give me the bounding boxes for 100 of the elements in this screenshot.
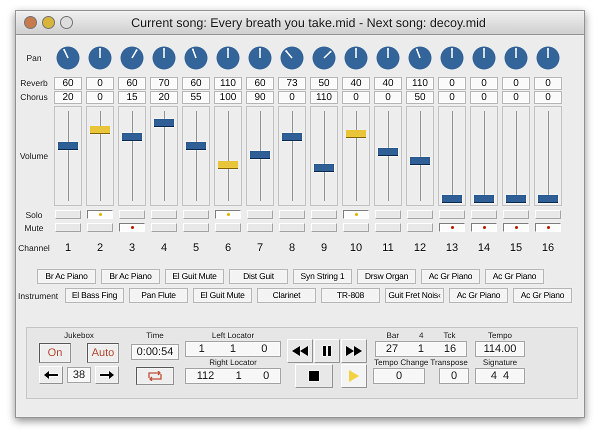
instrument-selector[interactable]: Ac Gr Piano	[513, 288, 572, 303]
reverb-field[interactable]: 0	[470, 76, 498, 90]
pan-knob[interactable]	[408, 46, 432, 70]
pan-knob[interactable]	[280, 46, 304, 70]
volume-slider[interactable]	[406, 106, 434, 206]
volume-slider[interactable]	[150, 106, 178, 206]
right-locator-field[interactable]: 112 1 0	[185, 368, 281, 384]
knob-pointer[interactable]	[285, 50, 288, 52]
slider-thumb[interactable]	[122, 133, 142, 142]
reverb-field[interactable]: 0	[86, 76, 114, 90]
transpose-field[interactable]: 0	[439, 368, 469, 384]
instrument-selector[interactable]: Ac Gr Piano	[485, 269, 544, 284]
chorus-field[interactable]: 50	[406, 90, 434, 104]
volume-slider[interactable]	[534, 106, 562, 206]
volume-slider[interactable]	[214, 106, 242, 206]
pan-knob[interactable]	[312, 46, 336, 70]
position-field[interactable]: 27 1 16	[375, 341, 467, 357]
chorus-field[interactable]: 20	[54, 90, 82, 104]
knob-pointer[interactable]	[355, 48, 357, 50]
reverb-field[interactable]: 40	[374, 76, 402, 90]
slider-thumb[interactable]	[538, 195, 558, 203]
slider-thumb[interactable]	[410, 157, 430, 166]
instrument-selector[interactable]: Clarinet	[257, 288, 316, 303]
reverb-field[interactable]: 0	[438, 76, 466, 90]
knob-pointer[interactable]	[329, 50, 332, 53]
volume-slider[interactable]	[278, 106, 306, 206]
rewind-button[interactable]	[287, 338, 313, 362]
pan-knob[interactable]	[344, 46, 368, 70]
pan-knob[interactable]	[248, 46, 272, 70]
slider-thumb[interactable]	[474, 195, 494, 203]
slider-thumb[interactable]	[282, 133, 302, 142]
instrument-selector[interactable]: Drsw Organ	[357, 269, 416, 284]
reverb-field[interactable]: 60	[54, 76, 82, 90]
pan-knob[interactable]	[88, 46, 112, 70]
knob-pointer[interactable]	[63, 48, 66, 51]
volume-slider[interactable]	[470, 106, 498, 206]
pan-knob[interactable]	[504, 46, 528, 70]
knob-pointer[interactable]	[99, 48, 101, 50]
tempo-field[interactable]: 114.00	[475, 341, 525, 357]
volume-slider[interactable]	[310, 106, 338, 206]
mute-toggle[interactable]	[119, 223, 145, 232]
chorus-field[interactable]: 0	[534, 90, 562, 104]
slider-thumb[interactable]	[250, 151, 270, 159]
instrument-selector[interactable]: El Guit Mute	[193, 288, 252, 303]
chorus-field[interactable]: 0	[86, 90, 114, 104]
knob-pointer[interactable]	[416, 48, 418, 51]
knob-pointer[interactable]	[483, 48, 485, 50]
chorus-field[interactable]: 110	[310, 90, 338, 104]
knob-pointer[interactable]	[136, 49, 138, 52]
mute-toggle[interactable]	[503, 223, 529, 232]
signature-field[interactable]: 4 4	[475, 368, 525, 384]
volume-slider[interactable]	[118, 106, 146, 206]
volume-slider[interactable]	[342, 106, 370, 206]
chorus-field[interactable]: 0	[342, 90, 370, 104]
instrument-selector[interactable]: Ac Gr Piano	[421, 269, 480, 284]
instrument-selector[interactable]: Br Ac Piano	[101, 269, 160, 284]
song-number-field[interactable]: 38	[67, 367, 91, 383]
reverb-field[interactable]: 110	[406, 76, 434, 90]
mute-toggle[interactable]	[439, 223, 465, 232]
slider-thumb[interactable]	[442, 195, 462, 203]
reverb-field[interactable]: 73	[278, 76, 306, 90]
slider-thumb[interactable]	[346, 130, 366, 138]
mute-toggle[interactable]	[471, 223, 497, 232]
knob-pointer[interactable]	[515, 48, 517, 50]
pan-knob[interactable]	[472, 46, 496, 70]
instrument-selector[interactable]: Ac Gr Piano	[449, 288, 508, 303]
knob-pointer[interactable]	[547, 48, 549, 50]
knob-pointer[interactable]	[259, 48, 261, 50]
solo-toggle[interactable]	[87, 210, 113, 219]
reverb-field[interactable]: 110	[214, 76, 242, 90]
instrument-selector[interactable]: Dist Guit	[229, 269, 288, 284]
jukebox-on-button[interactable]: On	[39, 343, 71, 363]
chorus-field[interactable]: 90	[246, 90, 274, 104]
fast-forward-button[interactable]	[341, 338, 367, 362]
instrument-selector[interactable]: TR-808	[321, 288, 380, 303]
reverb-field[interactable]: 50	[310, 76, 338, 90]
chorus-field[interactable]: 20	[150, 90, 178, 104]
reverb-field[interactable]: 40	[342, 76, 370, 90]
reverb-field[interactable]: 60	[246, 76, 274, 90]
reverb-field[interactable]: 0	[502, 76, 530, 90]
chorus-field[interactable]: 15	[118, 90, 146, 104]
knob-pointer[interactable]	[192, 48, 194, 51]
chorus-field[interactable]: 0	[502, 90, 530, 104]
volume-slider[interactable]	[54, 106, 82, 206]
solo-toggle[interactable]	[215, 210, 241, 219]
chorus-field[interactable]: 100	[214, 90, 242, 104]
instrument-selector[interactable]: Guit Fret Nois‹	[385, 288, 444, 303]
reverb-field[interactable]: 60	[118, 76, 146, 90]
instrument-selector[interactable]: Syn String 1	[293, 269, 352, 284]
volume-slider[interactable]	[502, 106, 530, 206]
previous-button[interactable]	[39, 366, 63, 384]
left-locator-field[interactable]: 1 1 0	[185, 341, 281, 357]
slider-thumb[interactable]	[154, 119, 174, 128]
pan-knob[interactable]	[536, 46, 560, 70]
chorus-field[interactable]: 55	[182, 90, 210, 104]
jukebox-auto-button[interactable]: Auto	[87, 343, 119, 363]
pan-knob[interactable]	[120, 46, 144, 70]
pause-button[interactable]	[314, 338, 340, 362]
knob-pointer[interactable]	[387, 48, 389, 50]
mute-toggle[interactable]	[535, 223, 561, 232]
